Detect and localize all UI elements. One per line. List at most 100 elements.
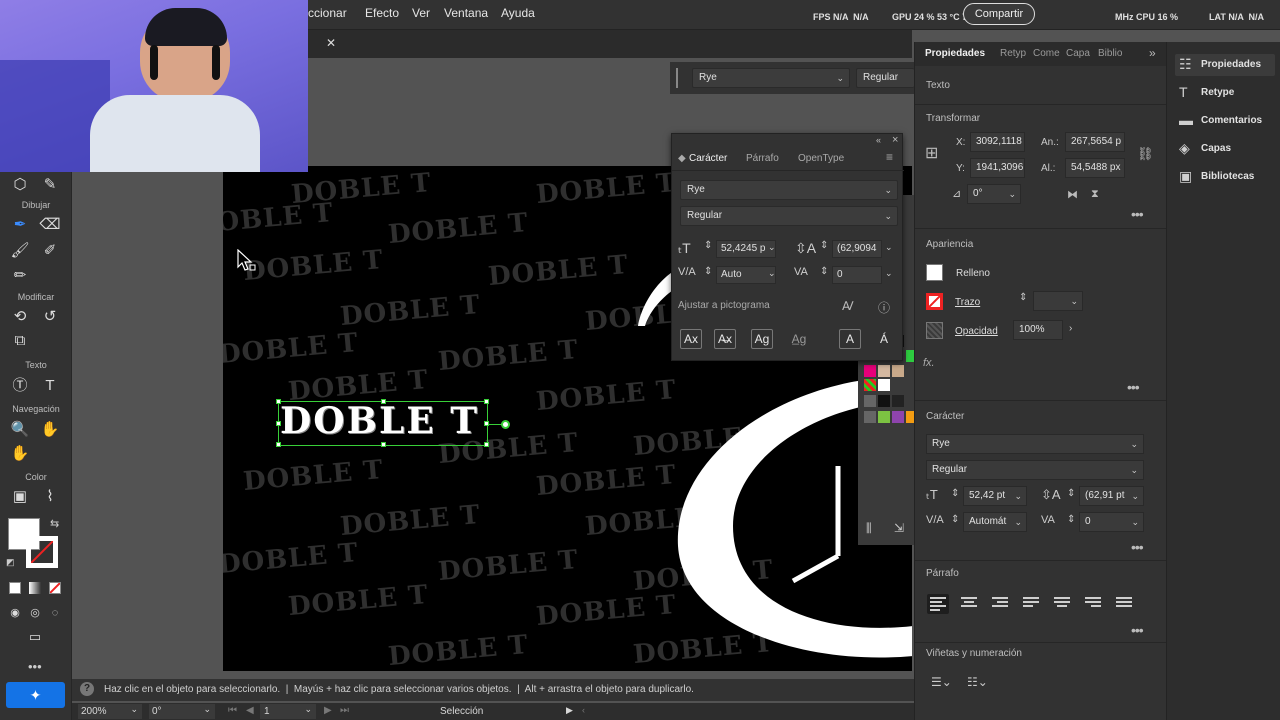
snap-italic-button[interactable]: Á	[873, 329, 895, 349]
first-artboard-icon[interactable]: ⏮	[228, 705, 237, 716]
help-icon[interactable]: ?	[80, 682, 94, 696]
info-icon[interactable]: ⓘ	[878, 299, 890, 316]
stroke-weight-input[interactable]: ⌄	[1033, 291, 1083, 311]
align-center-button[interactable]	[961, 597, 977, 611]
pen-tool-icon[interactable]: ✒	[9, 214, 31, 236]
swatch-folder[interactable]	[864, 411, 876, 423]
brush-tool-icon[interactable]: 🖌	[9, 240, 31, 262]
rotation-input[interactable]: 0° ⌄	[967, 184, 1021, 204]
char-leading-input[interactable]: (62,9094	[832, 240, 882, 258]
more-options-icon[interactable]: •••	[1127, 379, 1140, 395]
justify-left-button[interactable]	[1023, 597, 1039, 611]
gradient-tool-icon[interactable]: ▣	[9, 486, 31, 508]
props-font-style-dropdown[interactable]: Regular ⌄	[926, 460, 1144, 480]
resize-handle[interactable]	[276, 399, 281, 404]
tracking-stepper[interactable]: ⇕	[1067, 514, 1075, 525]
scale-tool-icon[interactable]: ⟲	[9, 306, 31, 328]
swatch[interactable]	[878, 379, 890, 391]
collapse-panel-icon[interactable]: «	[876, 135, 881, 145]
close-panel-icon[interactable]: ×	[892, 134, 898, 146]
snap-baseline-button[interactable]: Ax	[680, 329, 702, 349]
tool-menu-arrow-icon[interactable]: ▶	[566, 705, 573, 716]
menu-efecto[interactable]: Efecto	[365, 6, 399, 20]
tab-parrafo[interactable]: Párrafo	[746, 153, 779, 164]
swatch[interactable]	[878, 411, 890, 423]
scroll-left-icon[interactable]: ‹	[582, 705, 585, 715]
dock-bibliotecas[interactable]: ▣ Bibliotecas	[1175, 166, 1275, 188]
props-leading-input[interactable]: (62,91 pt ⌄	[1079, 486, 1144, 506]
artboard-navigator[interactable]: 1 ⌄	[260, 704, 316, 719]
stroke-color-swatch[interactable]	[926, 293, 943, 310]
resize-handle[interactable]	[276, 442, 281, 447]
dock-retype[interactable]: T Retype	[1175, 82, 1275, 104]
opacity-label[interactable]: Opacidad	[955, 326, 998, 337]
snap-proximity-button[interactable]: A̲g	[788, 329, 810, 349]
swatch[interactable]	[892, 395, 904, 407]
shape-builder-icon[interactable]: ⧉	[9, 330, 31, 352]
snap-options-icon[interactable]: Ꜹ	[842, 299, 854, 313]
swap-colors-icon[interactable]: ⇆	[50, 517, 59, 530]
swatch[interactable]	[864, 365, 876, 377]
pencil-tool-icon[interactable]: ✏	[9, 265, 31, 287]
rotate-tool-icon[interactable]: ↺	[39, 306, 61, 328]
drag-grip[interactable]	[676, 68, 678, 88]
char-font-family-dropdown[interactable]: Rye ⌄	[680, 180, 898, 200]
draw-normal-icon[interactable]: ◉	[4, 602, 26, 624]
x-position-input[interactable]: 3092,1118	[970, 132, 1025, 152]
tracking-stepper[interactable]: ⇕	[820, 266, 828, 277]
props-kerning-input[interactable]: Automát ⌄	[963, 512, 1027, 532]
resize-handle[interactable]	[276, 421, 281, 426]
more-options-icon[interactable]: •••	[1131, 622, 1144, 638]
zoom-dropdown[interactable]: 200% ⌄	[78, 704, 142, 719]
snap-xheight-button[interactable]: A̶x	[714, 329, 736, 349]
align-left-button[interactable]	[927, 594, 949, 614]
share-button[interactable]: Compartir	[963, 3, 1035, 25]
tab-opentype[interactable]: OpenType	[798, 153, 844, 164]
height-input[interactable]: 54,5488 px	[1065, 158, 1125, 178]
kerning-stepper[interactable]: ⇕	[704, 266, 712, 277]
flip-horizontal-icon[interactable]: ⧓	[1067, 188, 1078, 201]
menu-ventana[interactable]: Ventana	[444, 6, 488, 20]
reference-point-icon[interactable]: ⊞	[925, 143, 938, 163]
swatch[interactable]	[878, 365, 890, 377]
char-font-size-input[interactable]: 52,4245 p	[716, 240, 776, 258]
props-font-size-input[interactable]: 52,42 pt ⌄	[963, 486, 1027, 506]
more-tools-icon[interactable]: •••	[28, 659, 42, 674]
char-kerning-input[interactable]: Auto	[716, 266, 776, 284]
draw-inside-icon[interactable]: ◌	[44, 602, 66, 624]
leading-stepper[interactable]: ⇕	[1067, 488, 1075, 499]
more-options-icon[interactable]: •••	[1131, 206, 1144, 222]
prev-artboard-icon[interactable]: ◀	[246, 705, 254, 716]
opacity-input[interactable]: 100%	[1013, 320, 1063, 340]
none-mode-icon[interactable]	[49, 582, 61, 594]
fx-effects-button[interactable]: fx.	[923, 357, 935, 369]
bullet-list-icon[interactable]: ☰⌄	[931, 675, 952, 689]
eraser-tool-icon[interactable]: ⌫	[39, 214, 61, 236]
tab-caracter[interactable]: Carácter	[689, 153, 727, 164]
y-position-input[interactable]: 1941,3096	[970, 158, 1025, 178]
leading-stepper[interactable]: ⇕	[820, 240, 828, 251]
control-font-style-dropdown[interactable]: Regular	[856, 68, 914, 88]
control-font-family-dropdown[interactable]: Rye ⌄	[692, 68, 850, 88]
kerning-stepper[interactable]: ⇕	[951, 514, 959, 525]
tab-propiedades[interactable]: Propiedades	[925, 48, 985, 59]
shaper-tool-icon[interactable]: ✎	[39, 174, 61, 196]
chevron-down-icon[interactable]: ⌄	[768, 242, 776, 253]
font-size-stepper[interactable]: ⇕	[951, 488, 959, 499]
snap-glyph-bounds-button[interactable]: Ag	[751, 329, 773, 349]
eyedropper-tool-icon[interactable]: ⌇	[39, 486, 61, 508]
close-doc-icon[interactable]: ✕	[326, 36, 336, 50]
blob-brush-tool-icon[interactable]: ✐	[39, 240, 61, 262]
tab-retype[interactable]: Retyp	[1000, 48, 1026, 59]
resize-handle[interactable]	[381, 442, 386, 447]
more-options-icon[interactable]: •••	[1131, 539, 1144, 555]
color-mode-icon[interactable]	[9, 582, 21, 594]
tab-comentarios[interactable]: Come	[1033, 48, 1060, 59]
chevron-down-icon[interactable]: ⌄	[885, 242, 893, 253]
tab-capas[interactable]: Capa	[1066, 48, 1090, 59]
font-size-stepper[interactable]: ⇕	[704, 240, 712, 251]
char-tracking-input[interactable]: 0	[832, 266, 882, 284]
snap-angular-button[interactable]: A	[839, 329, 861, 349]
menu-ver[interactable]: Ver	[412, 6, 430, 20]
tab-bibliotecas[interactable]: Biblio	[1098, 48, 1122, 59]
